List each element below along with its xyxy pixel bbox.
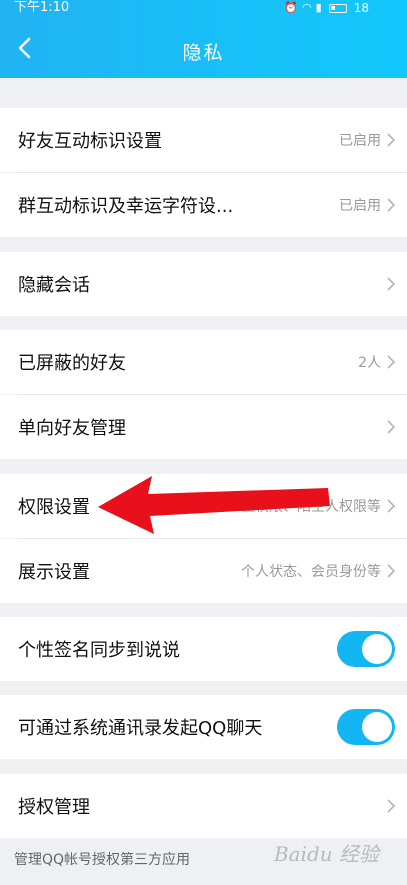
row-blocked-friends[interactable]: 已屏蔽的好友 2人 bbox=[0, 330, 407, 394]
row-permission-settings[interactable]: 权限设置 ...区权限、陌生人权限等 bbox=[0, 474, 407, 538]
row-label: 权限设置 bbox=[18, 497, 90, 518]
signature-sync-toggle[interactable] bbox=[337, 631, 395, 667]
row-contacts-chat: 可通过系统通讯录发起QQ聊天 bbox=[0, 695, 407, 759]
row-label: 授权管理 bbox=[18, 797, 90, 818]
app-header: 下午1:10 ⏰ ◠ ▮ 18 隐私 bbox=[0, 0, 407, 78]
battery-level: 18 bbox=[353, 1, 369, 15]
row-label: 单向好友管理 bbox=[18, 418, 126, 439]
baidu-watermark: Baidu 经验 bbox=[273, 842, 379, 866]
contacts-chat-toggle[interactable] bbox=[337, 709, 395, 745]
chevron-right-icon bbox=[386, 420, 396, 434]
authorization-footnote: 管理QQ帐号授权第三方应用 bbox=[14, 852, 191, 868]
row-label: 隐藏会话 bbox=[18, 275, 90, 296]
alarm-icon: ⏰ bbox=[284, 1, 299, 14]
toggle-knob bbox=[362, 712, 392, 742]
row-group-interaction-badge[interactable]: 群互动标识及幸运字符设... 已启用 bbox=[0, 173, 407, 237]
row-label: 展示设置 bbox=[18, 562, 90, 583]
signal-icon: ▮ bbox=[315, 1, 322, 14]
row-friend-interaction-badge[interactable]: 好友互动标识设置 已启用 bbox=[0, 108, 407, 172]
row-authorization-management[interactable]: 授权管理 bbox=[0, 774, 407, 838]
row-label: 个性签名同步到说说 bbox=[18, 640, 180, 661]
wifi-icon: ◠ bbox=[302, 1, 312, 14]
row-one-way-friends[interactable]: 单向好友管理 bbox=[0, 395, 407, 459]
toggle-knob bbox=[362, 634, 392, 664]
status-time: 下午1:10 bbox=[14, 0, 70, 15]
row-label: 已屏蔽的好友 bbox=[18, 353, 126, 374]
row-label: 好友互动标识设置 bbox=[18, 131, 162, 152]
row-label: 群互动标识及幸运字符设... bbox=[18, 196, 234, 217]
chevron-right-icon bbox=[386, 564, 396, 578]
row-display-settings[interactable]: 展示设置 个人状态、会员身份等 bbox=[0, 539, 407, 603]
row-value: ...区权限、陌生人权限等 bbox=[227, 499, 381, 515]
row-hidden-chats[interactable]: 隐藏会话 bbox=[0, 252, 407, 316]
row-value: 个人状态、会员身份等 bbox=[241, 564, 381, 580]
row-value: 2人 bbox=[358, 355, 381, 371]
battery-icon bbox=[328, 3, 347, 13]
page-title: 隐私 bbox=[182, 42, 225, 64]
status-icons: ⏰ ◠ ▮ 18 bbox=[284, 0, 369, 16]
row-value: 已启用 bbox=[339, 133, 381, 149]
chevron-right-icon bbox=[386, 799, 396, 813]
row-value: 已启用 bbox=[339, 198, 381, 214]
chevron-right-icon bbox=[386, 277, 396, 291]
row-signature-sync: 个性签名同步到说说 bbox=[0, 617, 407, 681]
row-label: 可通过系统通讯录发起QQ聊天 bbox=[18, 718, 263, 739]
chevron-right-icon bbox=[386, 355, 396, 369]
chevron-right-icon bbox=[386, 133, 396, 147]
chevron-right-icon bbox=[386, 499, 396, 513]
chevron-right-icon bbox=[386, 198, 396, 212]
status-bar: 下午1:10 ⏰ ◠ ▮ 18 bbox=[0, 0, 407, 18]
